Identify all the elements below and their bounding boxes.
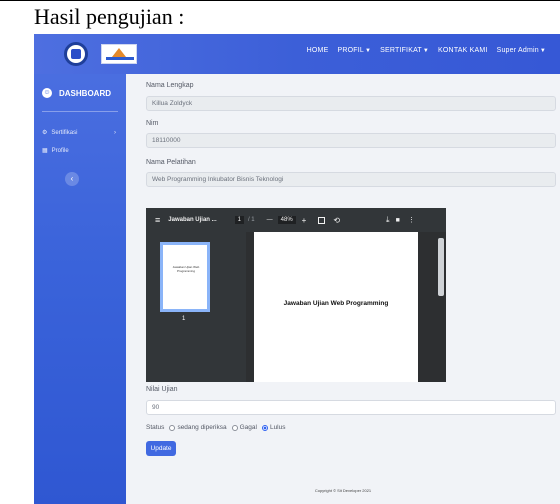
gear-icon: ⚙ <box>42 130 48 136</box>
nav-sertifikat[interactable]: SERTIFIKAT▼ <box>380 47 429 54</box>
zoom-out-button[interactable]: — <box>267 217 273 223</box>
nim-label: Nim <box>146 120 159 127</box>
incubator-logo[interactable] <box>101 44 137 64</box>
main-content: Nama Lengkap Killua Zoldyck Nim 18110000… <box>126 74 560 504</box>
sidebar-brand[interactable]: ☺ DASHBOARD <box>42 88 111 98</box>
caret-down-icon: ▼ <box>539 48 546 54</box>
sidebar-divider <box>42 111 118 112</box>
footer-copyright: Copyright © Sit Developer 2021 <box>314 488 372 493</box>
page-number-input[interactable]: 1 <box>234 216 244 224</box>
pdf-page-heading: Jawaban Ujian Web Programming <box>283 300 389 307</box>
smile-icon: ☺ <box>42 88 52 98</box>
chevron-right-icon: › <box>114 129 116 136</box>
pdf-toolbar: ≡ Jawaban Ujian ... 1 / 1 — 48% + ⟲ ⤓ ■ … <box>146 208 446 232</box>
update-button[interactable]: Update <box>146 441 176 456</box>
top-navbar: HOME PROFIL▼ SERTIFIKAT▼ KONTAK KAMI Sup… <box>34 34 560 74</box>
fit-page-icon[interactable] <box>318 216 326 224</box>
nim-field[interactable]: 18110000 <box>146 133 556 148</box>
sidebar-item-sertifikasi[interactable]: ⚙ Sertifikasi › <box>42 129 122 137</box>
radio-label-sedang-diperiksa: sedang diperiksa <box>177 424 227 431</box>
nav-profil[interactable]: PROFIL▼ <box>337 47 371 54</box>
print-icon[interactable]: ■ <box>396 217 400 224</box>
nav-home[interactable]: HOME <box>307 47 329 54</box>
app-window: HOME PROFIL▼ SERTIFIKAT▼ KONTAK KAMI Sup… <box>34 34 560 504</box>
nama-field[interactable]: Killua Zoldyck <box>146 96 556 111</box>
more-options-icon[interactable]: ⋮ <box>408 216 415 224</box>
radio-label-lulus: Lulus <box>269 424 286 431</box>
pelatihan-label: Nama Pelatihan <box>146 159 196 166</box>
pdf-thumbnail-pane: Jawaban Ujian Web Programming 1 <box>146 232 246 382</box>
sidebar-toggle-button[interactable]: ‹ <box>65 172 79 186</box>
nilai-label: Nilai Ujian <box>146 386 178 393</box>
radio-lulus[interactable] <box>261 424 268 431</box>
zoom-in-button[interactable]: + <box>302 216 307 225</box>
status-group: Status sedang diperiksa Gagal Lulus <box>146 424 286 431</box>
sidebar: ☺ DASHBOARD ⚙ Sertifikasi › ▦ Profile ‹ <box>34 74 126 504</box>
pdf-page: Jawaban Ujian Web Programming <box>254 232 418 382</box>
pdf-viewer[interactable]: ≡ Jawaban Ujian ... 1 / 1 — 48% + ⟲ ⤓ ■ … <box>146 208 446 382</box>
radio-sedang-diperiksa[interactable] <box>169 424 176 431</box>
nama-label: Nama Lengkap <box>146 82 194 89</box>
nilai-field[interactable]: 90 <box>146 400 556 415</box>
rotate-icon[interactable]: ⟲ <box>333 216 340 225</box>
document-heading: Hasil pengujian : <box>0 0 560 34</box>
menu-icon[interactable]: ≡ <box>155 215 160 225</box>
nav-kontak-kami[interactable]: KONTAK KAMI <box>438 47 488 54</box>
radio-gagal[interactable] <box>231 424 238 431</box>
page-thumbnail[interactable]: Jawaban Ujian Web Programming <box>160 242 210 312</box>
top-nav-menu: HOME PROFIL▼ SERTIFIKAT▼ KONTAK KAMI Sup… <box>307 47 546 54</box>
page-total: / 1 <box>247 217 255 223</box>
caret-down-icon: ▼ <box>364 48 372 54</box>
nav-user-menu[interactable]: Super Admin▼ <box>497 47 546 54</box>
radio-label-gagal: Gagal <box>239 424 257 431</box>
pdf-title: Jawaban Ujian ... <box>168 217 217 223</box>
sidebar-item-profile[interactable]: ▦ Profile <box>42 147 122 155</box>
thumbnail-text: Jawaban Ujian Web Programming <box>172 265 200 273</box>
caret-down-icon: ▼ <box>422 48 430 54</box>
university-logo[interactable] <box>64 42 88 66</box>
zoom-input[interactable]: 48% <box>277 216 296 224</box>
status-label: Status <box>146 424 165 431</box>
thumbnail-number: 1 <box>182 316 186 322</box>
pelatihan-field[interactable]: Web Programming Inkubator Bisnis Teknolo… <box>146 172 556 187</box>
pdf-scrollbar[interactable] <box>438 238 444 296</box>
download-icon[interactable]: ⤓ <box>386 215 390 225</box>
table-icon: ▦ <box>42 148 48 154</box>
